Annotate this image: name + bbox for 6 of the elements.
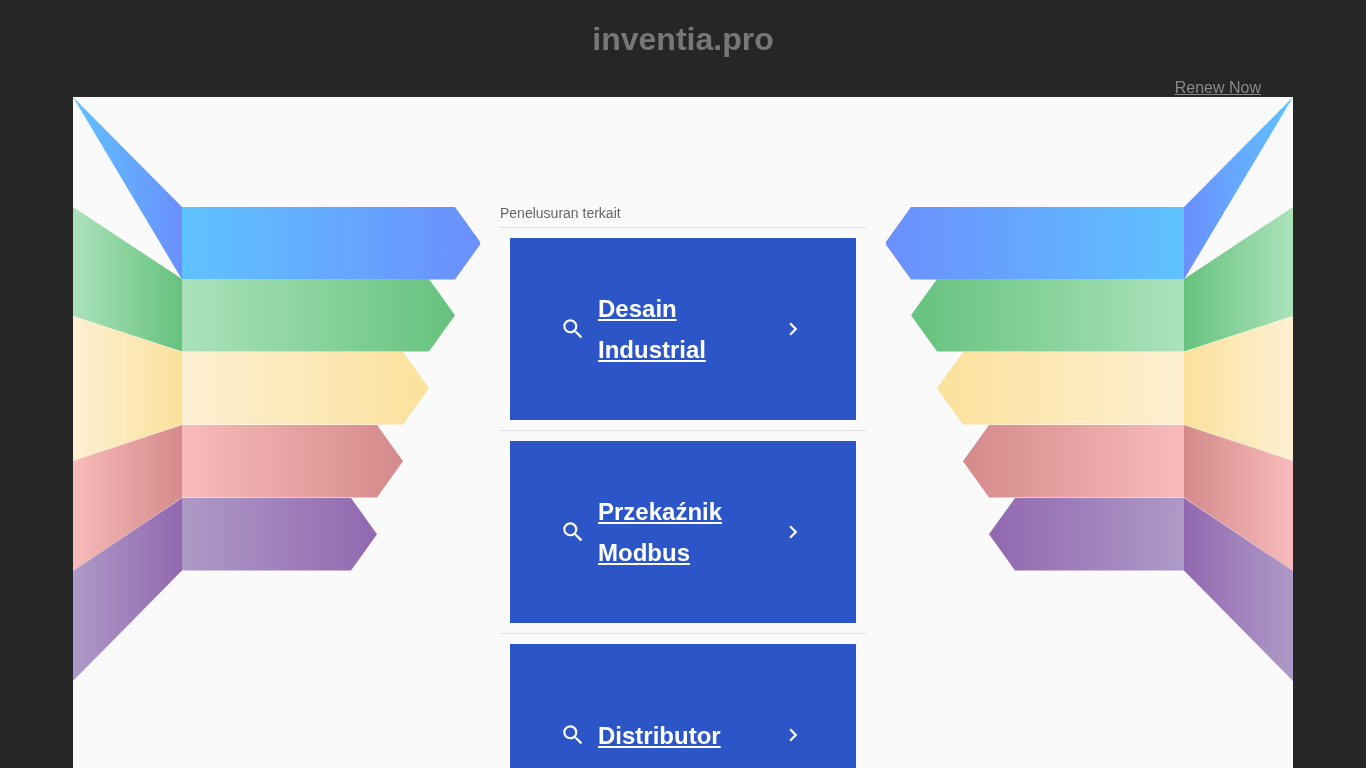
site-title: inventia.pro: [592, 20, 774, 58]
renew-link[interactable]: Renew Now: [1174, 79, 1261, 97]
search-link-card[interactable]: Distributor: [510, 644, 856, 768]
search-link-card[interactable]: Desain Industrial: [510, 238, 856, 420]
search-link-card[interactable]: Przekaźnik Modbus: [510, 441, 856, 623]
related-heading: Penelusuran terkait: [500, 205, 866, 228]
